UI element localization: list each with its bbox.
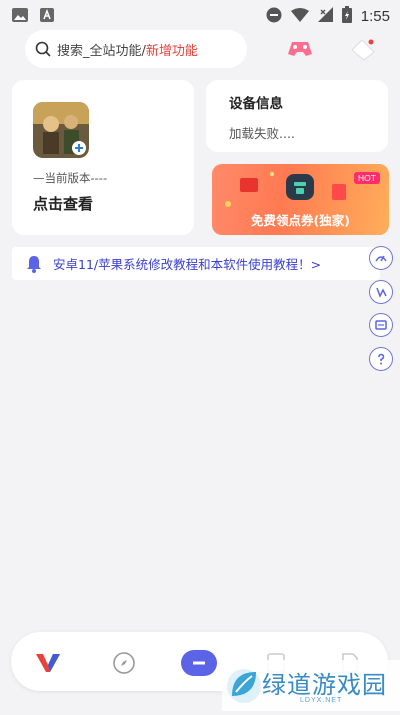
search-highlight: 新增功能 — [145, 43, 198, 59]
device-status: 加载失败.... — [229, 126, 295, 141]
game-icon[interactable] — [33, 102, 89, 158]
clock: 1:55 — [360, 8, 390, 25]
wifi-icon — [290, 7, 309, 26]
battery-icon — [341, 6, 352, 27]
game-controller-icon[interactable] — [288, 40, 312, 58]
coupon-text: 免费领点券(独家) — [251, 213, 350, 228]
hot-badge: HOT — [354, 172, 380, 184]
nav-add-button[interactable] — [181, 646, 217, 680]
signal-icon — [317, 7, 333, 26]
tutorial-notice[interactable]: 安卓11/苹果系统修改教程和本软件使用教程！> — [12, 247, 380, 280]
tool-help-icon[interactable] — [369, 347, 393, 371]
search-icon — [35, 41, 51, 57]
diamond-icon[interactable] — [350, 38, 376, 62]
dnd-icon — [266, 7, 282, 27]
nav-discover-icon[interactable] — [111, 650, 137, 676]
tool-screen-icon[interactable] — [369, 313, 393, 337]
tool-speed-icon[interactable] — [369, 246, 393, 270]
tool-fps-icon[interactable] — [369, 280, 393, 304]
notice-text: 安卓11/苹果系统修改教程和本软件使用教程！> — [53, 257, 322, 272]
status-bar: 1:55 — [0, 0, 400, 28]
watermark-text: 绿道游戏园 — [262, 671, 387, 699]
bell-icon — [25, 255, 43, 273]
font-icon — [40, 7, 54, 26]
coupon-banner[interactable]: HOT 免费领点券(独家) — [212, 164, 389, 235]
search-placeholder: 搜索_全站功能/ — [57, 43, 146, 59]
version-label: —当前版本---- — [33, 171, 108, 185]
nav-home-logo-icon[interactable] — [35, 650, 61, 676]
device-title: 设备信息 — [229, 96, 283, 112]
search-bar[interactable]: 搜索_全站功能/新增功能 — [25, 30, 247, 68]
gallery-icon — [12, 7, 28, 26]
check-label[interactable]: 点击查看 — [33, 193, 93, 214]
watermark-sub: LDYX.NET — [300, 697, 343, 704]
